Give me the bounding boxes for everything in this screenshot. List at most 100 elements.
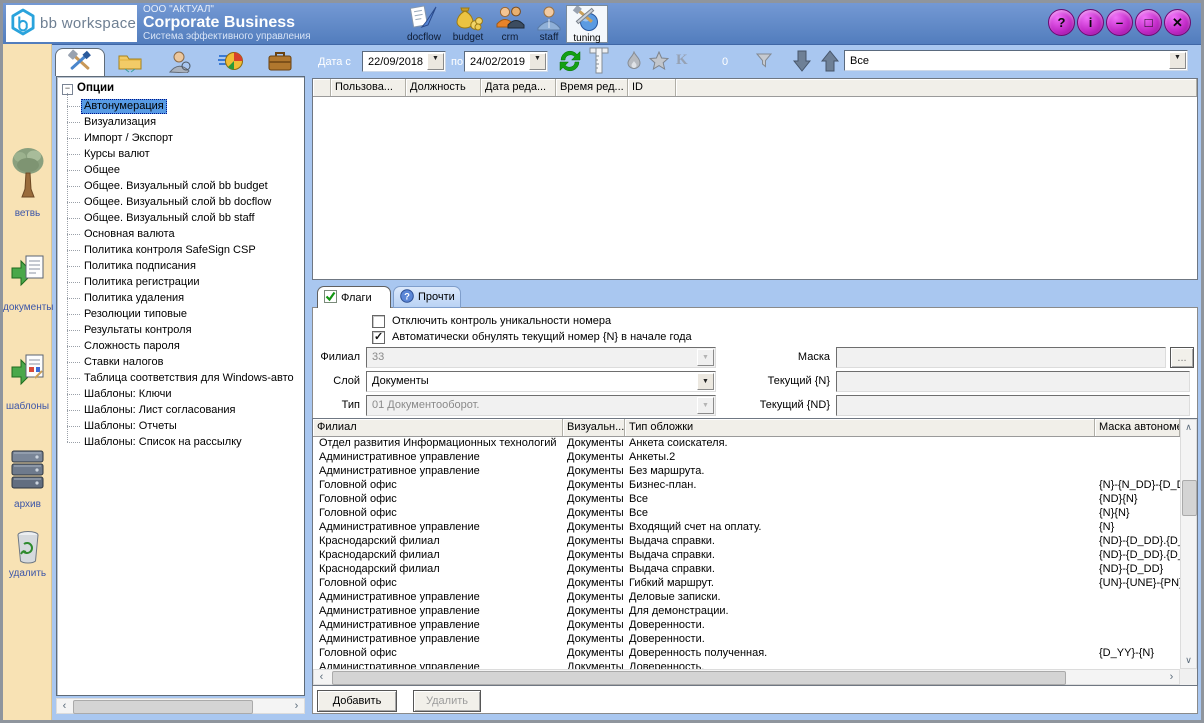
tree-item[interactable]: Курсы валют: [81, 147, 153, 162]
table-row[interactable]: Головной офисДокументыВсе{ND}{N}: [313, 492, 1180, 506]
table-row[interactable]: Административное управлениеДокументыДове…: [313, 618, 1180, 632]
date-from-dropdown-icon[interactable]: [427, 53, 444, 70]
scroll-right-icon[interactable]: ›: [1164, 670, 1179, 684]
date-to-combo[interactable]: [464, 51, 548, 72]
tree-item[interactable]: Автонумерация: [81, 99, 167, 114]
tree-hscrollbar[interactable]: ‹ ›: [56, 698, 305, 714]
move-up-icon[interactable]: [821, 50, 839, 75]
add-button[interactable]: Добавить: [317, 690, 397, 712]
sidebar-item-dokumenty[interactable]: документы: [3, 248, 52, 313]
tree-item[interactable]: Политика контроля SafeSign CSP: [81, 243, 259, 258]
tree-item[interactable]: Политика подписания: [81, 259, 199, 274]
tree-item[interactable]: Визуализация: [81, 115, 159, 130]
refresh-icon[interactable]: [558, 49, 582, 76]
scroll-up-icon[interactable]: ∧: [1181, 420, 1196, 435]
table-row[interactable]: Краснодарский филиалДокументыВыдача спра…: [313, 562, 1180, 576]
numbering-column-header[interactable]: Тип обложки: [625, 419, 1095, 436]
audit-column-header[interactable]: [313, 79, 331, 96]
audit-column-header[interactable]: Должность: [406, 79, 481, 96]
nav-tab-person[interactable]: [155, 48, 205, 76]
tree-item[interactable]: Ставки налогов: [81, 355, 166, 370]
nav-tab-chart[interactable]: [205, 48, 255, 76]
layer-combo[interactable]: Документы: [366, 371, 716, 392]
table-row[interactable]: Головной офисДокументыДоверенность получ…: [313, 646, 1180, 660]
table-row[interactable]: Головной офисДокументыБизнес-план.{N}-{N…: [313, 478, 1180, 492]
scroll-left-icon[interactable]: ‹: [57, 699, 72, 713]
unique-number-checkbox[interactable]: [372, 315, 385, 328]
audit-column-header[interactable]: ID: [628, 79, 676, 96]
module-budget[interactable]: budget: [447, 5, 489, 43]
audit-column-header[interactable]: Время ред...: [556, 79, 628, 96]
table-row[interactable]: Административное управлениеДокументыДове…: [313, 660, 1180, 669]
table-row[interactable]: Административное управлениеДокументыБез …: [313, 464, 1180, 478]
nav-tab-folder[interactable]: [105, 48, 155, 76]
scroll-left-icon[interactable]: ‹: [314, 670, 329, 684]
scroll-down-icon[interactable]: ∨: [1181, 653, 1196, 668]
date-from-input[interactable]: [364, 53, 428, 70]
scroll-thumb[interactable]: [1182, 480, 1197, 516]
nav-tab-briefcase[interactable]: [255, 48, 305, 76]
tree-item[interactable]: Общее. Визуальный слой bb docflow: [81, 195, 274, 210]
reset-number-checkbox[interactable]: [372, 331, 385, 344]
sidebar-item-udalit[interactable]: удалить: [3, 528, 52, 579]
maximize-button[interactable]: □: [1135, 9, 1162, 36]
module-crm[interactable]: crm: [489, 5, 531, 43]
k-button[interactable]: K: [676, 52, 688, 69]
audit-column-header[interactable]: Пользова...: [331, 79, 406, 96]
help-button[interactable]: ?: [1048, 9, 1075, 36]
type-combo[interactable]: 01 Документооборот.: [366, 395, 716, 416]
star-icon[interactable]: [649, 51, 669, 73]
tree-item[interactable]: Резолюции типовые: [81, 307, 190, 322]
numbering-column-header[interactable]: Визуальн...: [563, 419, 625, 436]
table-row[interactable]: Административное управлениеДокументыДля …: [313, 604, 1180, 618]
module-tuning[interactable]: tuning: [566, 5, 608, 43]
view-filter-input[interactable]: [846, 52, 1168, 69]
info-button[interactable]: i: [1077, 9, 1104, 36]
date-to-input[interactable]: [466, 53, 530, 70]
tree-item[interactable]: Общее. Визуальный слой bb budget: [81, 179, 271, 194]
view-filter-dropdown-icon[interactable]: [1169, 52, 1186, 69]
table-row[interactable]: Отдел развития Информационных технологий…: [313, 436, 1180, 450]
table-row[interactable]: Административное управлениеДокументыАнке…: [313, 450, 1180, 464]
tree-item[interactable]: Шаблоны: Лист согласования: [81, 403, 239, 418]
tree-item[interactable]: Общее: [81, 163, 123, 178]
close-button[interactable]: ✕: [1164, 9, 1191, 36]
table-row[interactable]: Головной офисДокументыГибкий маршрут.{UN…: [313, 576, 1180, 590]
minimize-button[interactable]: –: [1106, 9, 1133, 36]
date-from-combo[interactable]: [362, 51, 446, 72]
sidebar-item-vetv[interactable]: ветвь: [3, 146, 52, 219]
tree-item[interactable]: Политика регистрации: [81, 275, 203, 290]
move-down-icon[interactable]: [793, 50, 811, 75]
tree-item[interactable]: Шаблоны: Ключи: [81, 387, 174, 402]
sidebar-item-arhiv[interactable]: архив: [3, 445, 52, 510]
filial-combo[interactable]: 33: [366, 347, 716, 368]
module-docflow[interactable]: docflow: [403, 5, 445, 43]
table-hscrollbar[interactable]: ‹ ›: [313, 669, 1180, 685]
table-vscrollbar[interactable]: ∧ ∨: [1180, 419, 1197, 669]
numbering-column-header[interactable]: Филиал: [313, 419, 563, 436]
date-to-dropdown-icon[interactable]: [529, 53, 546, 70]
mask-field[interactable]: [836, 347, 1166, 368]
current-n-field[interactable]: [836, 371, 1190, 392]
table-row[interactable]: Административное управлениеДокументыДело…: [313, 590, 1180, 604]
view-filter-combo[interactable]: [844, 50, 1188, 71]
audit-column-header[interactable]: Дата реда...: [481, 79, 556, 96]
layer-dropdown-icon[interactable]: [697, 373, 714, 390]
tab-flags[interactable]: Флаги: [317, 286, 391, 308]
tree-item[interactable]: Сложность пароля: [81, 339, 183, 354]
tree-item[interactable]: Импорт / Экспорт: [81, 131, 176, 146]
mask-browse-button[interactable]: ...: [1170, 347, 1194, 368]
sidebar-item-shablony[interactable]: шаблоны: [3, 347, 52, 412]
filter-funnel-icon[interactable]: [756, 52, 772, 71]
tree-item[interactable]: Шаблоны: Отчеты: [81, 419, 180, 434]
table-row[interactable]: Краснодарский филиалДокументыВыдача спра…: [313, 534, 1180, 548]
scroll-right-icon[interactable]: ›: [289, 699, 304, 713]
table-row[interactable]: Головной офисДокументыВсе{N}{N}: [313, 506, 1180, 520]
numbering-column-header[interactable]: Маска автономера: [1095, 419, 1180, 436]
flame-icon[interactable]: [626, 51, 642, 74]
current-nd-field[interactable]: [836, 395, 1190, 416]
ruler-icon[interactable]: [589, 47, 609, 77]
tree-item[interactable]: Результаты контроля: [81, 323, 195, 338]
table-row[interactable]: Административное управлениеДокументыВход…: [313, 520, 1180, 534]
tree-item[interactable]: Шаблоны: Список на рассылку: [81, 435, 245, 450]
